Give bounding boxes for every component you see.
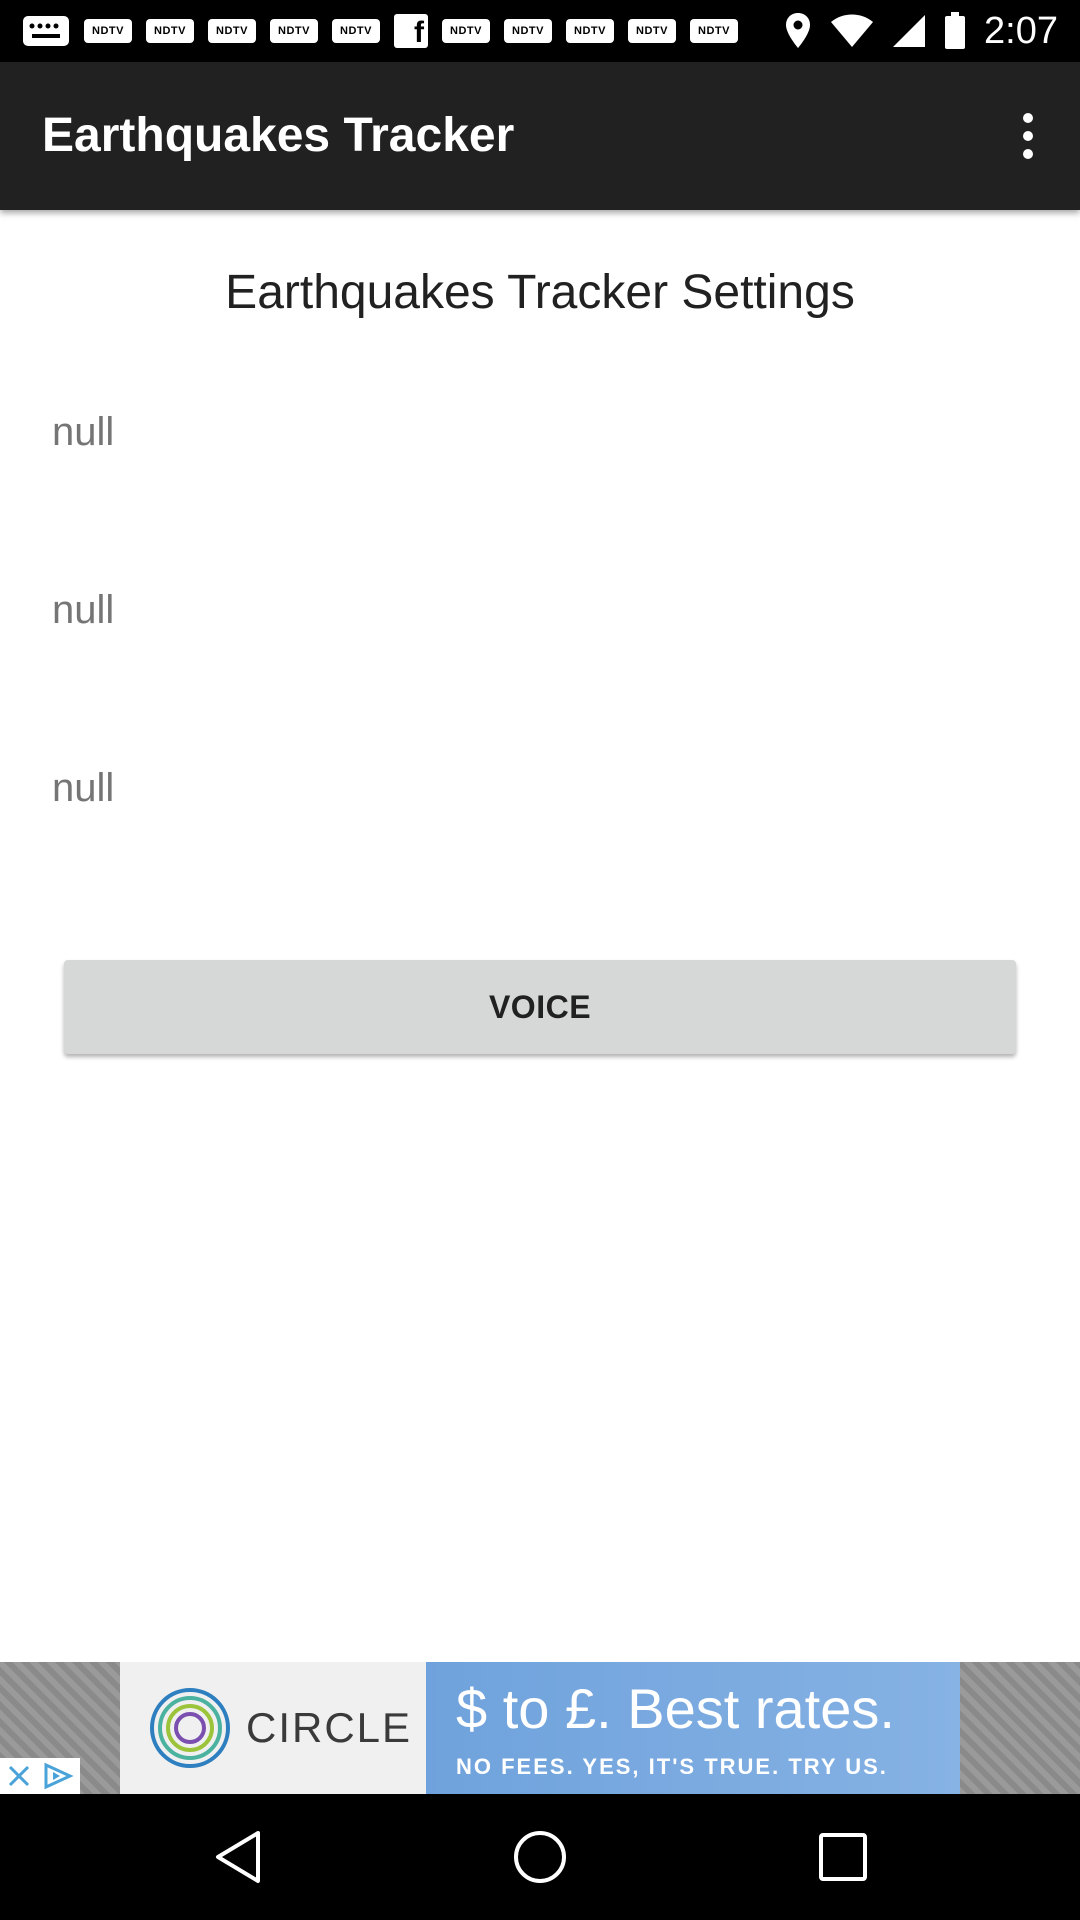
status-bar: NDTV NDTV NDTV NDTV NDTV f NDTV NDTV NDT… xyxy=(0,0,1080,62)
recents-icon[interactable] xyxy=(803,1817,883,1897)
overflow-menu-icon[interactable] xyxy=(996,92,1060,180)
navigation-bar xyxy=(0,1794,1080,1920)
close-icon[interactable] xyxy=(5,1762,33,1790)
ndtv-notification-icon: NDTV xyxy=(332,19,380,43)
setting-value-1[interactable]: null xyxy=(52,410,114,455)
ndtv-notification-icon: NDTV xyxy=(84,19,132,43)
battery-icon xyxy=(945,12,966,49)
wifi-icon xyxy=(831,14,874,47)
ad-headline: $ to £. Best rates. xyxy=(456,1677,895,1740)
circle-logo-icon xyxy=(150,1688,230,1768)
settings-heading: Earthquakes Tracker Settings xyxy=(225,266,855,319)
ndtv-notification-icon: NDTV xyxy=(628,19,676,43)
ndtv-notification-icon: NDTV xyxy=(566,19,614,43)
signal-icon xyxy=(893,15,926,47)
ndtv-notification-icon: NDTV xyxy=(442,19,490,43)
system-status: 2:07 xyxy=(784,0,1058,62)
setting-value-2[interactable]: null xyxy=(52,588,114,633)
voice-button[interactable]: VOICE xyxy=(64,960,1016,1054)
ndtv-notification-icon: NDTV xyxy=(690,19,738,43)
setting-value-3[interactable]: null xyxy=(52,766,114,811)
ad-logo-area: CIRCLE xyxy=(120,1662,426,1794)
ad-banner[interactable]: CIRCLE $ to £. Best rates. NO FEES. YES,… xyxy=(0,1662,1080,1794)
facebook-icon: f xyxy=(394,14,428,48)
ndtv-notification-icon: NDTV xyxy=(270,19,318,43)
home-icon[interactable] xyxy=(500,1817,580,1897)
location-icon xyxy=(786,13,811,48)
adchoices-icon[interactable] xyxy=(43,1762,75,1790)
ad-copy: $ to £. Best rates. NO FEES. YES, IT'S T… xyxy=(426,1662,960,1794)
status-time: 2:07 xyxy=(984,9,1058,52)
ad-controls xyxy=(0,1758,80,1794)
ad-subline: NO FEES. YES, IT'S TRUE. TRY US. xyxy=(456,1754,888,1779)
ndtv-notification-icon: NDTV xyxy=(208,19,256,43)
notification-icons: NDTV NDTV NDTV NDTV NDTV f NDTV NDTV NDT… xyxy=(22,0,738,62)
ad-brand: CIRCLE xyxy=(246,1704,413,1751)
app-bar: Earthquakes Tracker xyxy=(0,62,1080,210)
message-icon xyxy=(23,16,69,46)
back-icon[interactable] xyxy=(198,1817,278,1897)
app-title: Earthquakes Tracker xyxy=(42,109,515,162)
ndtv-notification-icon: NDTV xyxy=(504,19,552,43)
ndtv-notification-icon: NDTV xyxy=(146,19,194,43)
